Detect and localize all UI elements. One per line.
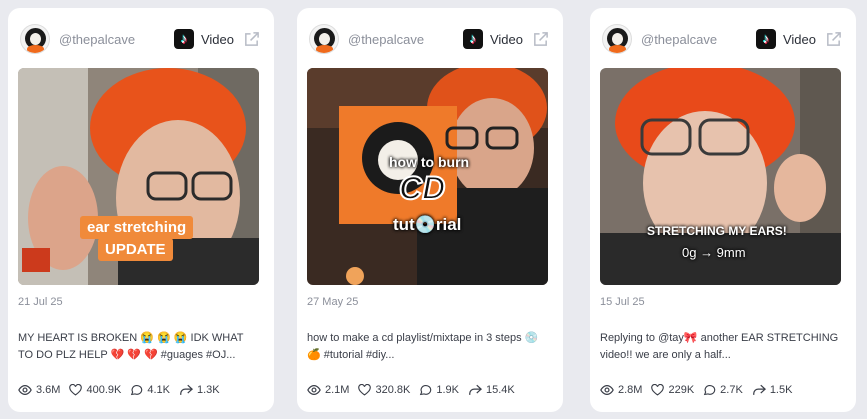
comments-count: 1.9K: [436, 384, 459, 396]
comments-count: 4.1K: [147, 384, 170, 396]
video-thumbnail[interactable]: how to burn CD tut💿rial: [307, 68, 548, 285]
comment-icon: [420, 385, 432, 396]
platform-label: Video: [782, 31, 816, 47]
post-description: Replying to @tay🎀 another EAR STRETCHING…: [600, 332, 839, 361]
eye-icon: [18, 385, 32, 395]
video-thumbnail[interactable]: STRETCHING MY EARS! 0g → 9mm: [600, 68, 841, 285]
eye-icon: [307, 385, 321, 395]
views-stat: 2.1M: [307, 384, 349, 396]
external-link-icon[interactable]: [825, 31, 842, 48]
heart-icon: [69, 384, 83, 396]
heart-icon: [358, 384, 372, 396]
views-count: 3.6M: [36, 384, 61, 396]
avatar[interactable]: [309, 24, 339, 54]
thumbnail-caption: STRETCHING MY EARS!: [647, 224, 787, 238]
comment-icon: [703, 385, 716, 396]
likes-count: 229K: [668, 384, 695, 396]
card-header: @thepalcave ♪ Video: [20, 22, 260, 56]
share-icon: [180, 384, 193, 395]
likes-count: 400.9K: [86, 384, 122, 396]
tiktok-icon: ♪: [173, 29, 194, 49]
thumbnail-caption: tut💿rial: [393, 215, 462, 234]
share-icon: [469, 384, 482, 395]
engagement-stats: 3.6M 400.9K 4.1K 1.3K: [18, 384, 229, 396]
shares-stat: 1.5K: [752, 384, 793, 396]
shares-stat: 1.3K: [179, 384, 220, 396]
thumbnail-caption: ear stretching: [80, 216, 194, 239]
post-description: how to make a cd playlist/mixtape in 3 s…: [307, 332, 539, 361]
likes-stat: 400.9K: [69, 384, 121, 396]
views-stat: 2.8M: [600, 384, 642, 396]
video-card[interactable]: @thepalcave ♪ Video how to burn CD tut💿r…: [297, 8, 563, 412]
video-card[interactable]: @thepalcave ♪ Video ear stretching UPDAT…: [8, 8, 274, 412]
engagement-stats: 2.8M 229K 2.7K 1.5K: [600, 384, 801, 396]
comments-stat: 2.7K: [703, 384, 743, 396]
shares-count: 1.3K: [196, 384, 220, 396]
post-date: 15 Jul 25: [600, 296, 645, 308]
comments-stat: 1.9K: [419, 384, 459, 396]
shares-count: 15.4K: [485, 384, 515, 396]
shares-stat: 15.4K: [468, 384, 515, 396]
creator-handle[interactable]: @thepalcave: [348, 32, 463, 47]
share-icon: [752, 384, 766, 395]
external-link-icon[interactable]: [532, 31, 549, 48]
comments-count: 2.7K: [720, 384, 743, 396]
comment-icon: [131, 385, 143, 396]
avatar[interactable]: [20, 24, 50, 54]
thumbnail-caption: how to burn: [389, 154, 470, 170]
heart-icon: [651, 384, 665, 396]
tiktok-icon: ♪: [462, 29, 483, 49]
likes-stat: 320.8K: [358, 384, 410, 396]
comments-stat: 4.1K: [130, 384, 170, 396]
tiktok-icon: ♪: [755, 29, 776, 49]
avatar[interactable]: [602, 24, 632, 54]
video-thumbnail[interactable]: ear stretching UPDATE: [18, 68, 259, 285]
platform-label: Video: [200, 31, 234, 47]
likes-stat: 229K: [651, 384, 694, 396]
video-card[interactable]: @thepalcave ♪ Video STRETCHING MY EARS! …: [590, 8, 856, 412]
eye-icon: [600, 385, 614, 395]
thumbnail-caption: 0g → 9mm: [682, 245, 746, 260]
thumbnail-caption: CD: [398, 169, 446, 207]
card-header: @thepalcave ♪ Video: [602, 22, 842, 56]
views-count: 2.1M: [325, 384, 350, 396]
platform-label: Video: [489, 31, 523, 47]
views-stat: 3.6M: [18, 384, 60, 396]
post-date: 27 May 25: [307, 296, 359, 308]
thumbnail-caption: UPDATE: [98, 238, 173, 261]
post-date: 21 Jul 25: [18, 296, 63, 308]
likes-count: 320.8K: [375, 384, 411, 396]
creator-handle[interactable]: @thepalcave: [59, 32, 174, 47]
creator-handle[interactable]: @thepalcave: [641, 32, 756, 47]
card-header: @thepalcave ♪ Video: [309, 22, 549, 56]
shares-count: 1.5K: [769, 384, 793, 396]
engagement-stats: 2.1M 320.8K 1.9K 15.4K: [307, 384, 524, 396]
post-description: MY HEART IS BROKEN 😭 😭 😭 IDK WHAT TO DO …: [18, 332, 244, 361]
views-count: 2.8M: [618, 384, 643, 396]
external-link-icon[interactable]: [243, 31, 260, 48]
